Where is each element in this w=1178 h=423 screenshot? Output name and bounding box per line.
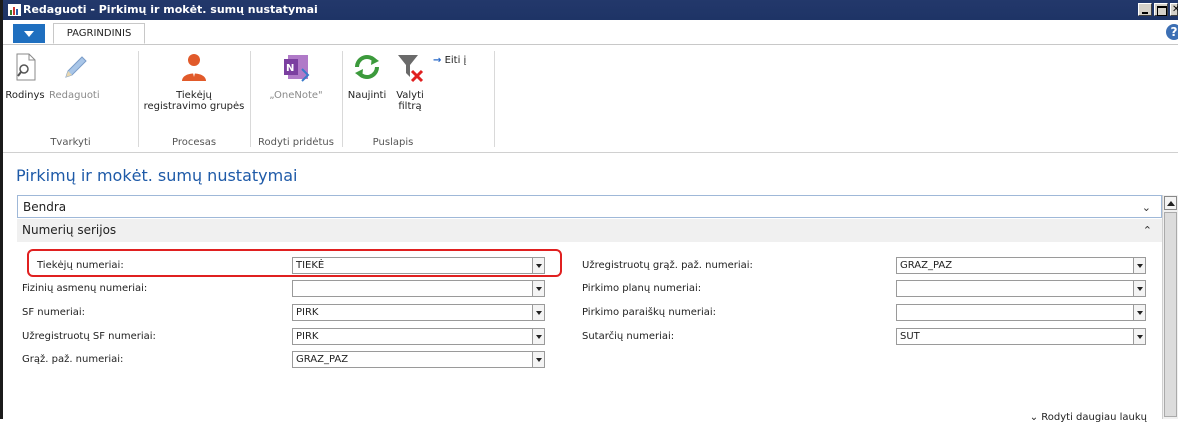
help-icon[interactable]: ? — [1166, 24, 1178, 40]
eiti-label: Eiti į — [444, 55, 467, 66]
minimize-icon — [1142, 12, 1148, 14]
valyti-label-line2: filtrą — [398, 101, 422, 112]
group-divider — [494, 51, 495, 147]
group-procesas: Tiekėjų registravimo grupės Procesas — [139, 45, 249, 152]
rodinys-button[interactable]: Rodinys — [5, 51, 45, 101]
naujinti-label: Naujinti — [347, 90, 387, 101]
view-document-icon — [16, 53, 36, 81]
dropdown-button[interactable] — [1133, 304, 1146, 321]
show-more-fields-link[interactable]: ⌄ Rodyti daugiau laukų — [1030, 412, 1147, 423]
window-title: Redaguoti - Pirkimų ir mokėt. sumų nusta… — [23, 3, 318, 16]
chevron-up-icon: ⌃ — [1142, 224, 1152, 237]
group-label-procesas: Procesas — [171, 137, 217, 148]
pirkimo-paraisku-numeriai-input[interactable] — [896, 304, 1146, 321]
sutarciu-numeriai-input[interactable]: SUT — [896, 328, 1146, 345]
group-label-tvarkyti: Tvarkyti — [50, 137, 91, 148]
svg-text:N: N — [286, 63, 294, 74]
uzregistruotu-sf-numeriai-input[interactable]: PIRK — [292, 328, 545, 345]
clear-filter-icon — [398, 55, 424, 83]
field-label: Užregistruotų SF numeriai: — [22, 331, 156, 342]
page-content: Bendra ⌄ Numerių serijos ⌃ Tiekėjų numer… — [17, 195, 1162, 423]
fasttab-bendra-label: Bendra — [23, 200, 67, 214]
app-icon — [8, 4, 21, 16]
field-value: GRAZ_PAZ — [296, 354, 349, 365]
fiziniu-asmenu-numeriai-input[interactable] — [292, 280, 545, 297]
tiekeju-label-line2: registravimo grupės — [143, 101, 245, 112]
chevron-down-icon: ⌄ — [1029, 412, 1039, 423]
field-value: GRAZ_PAZ — [900, 260, 953, 271]
close-button[interactable]: ✕ — [1170, 3, 1178, 16]
redaguoti-button[interactable]: Redaguoti — [49, 51, 100, 101]
group-rodyti-pridetus: N „OneNote" Rodyti pridėtus — [251, 45, 341, 152]
dropdown-button[interactable] — [532, 304, 545, 321]
pencil-icon — [65, 56, 87, 78]
redaguoti-label: Redaguoti — [49, 90, 100, 101]
rodinys-label: Rodinys — [5, 90, 45, 101]
field-label: Užregistruotų grąž. paž. numeriai: — [582, 260, 753, 271]
dropdown-button[interactable] — [532, 328, 545, 345]
dropdown-button[interactable] — [1133, 257, 1146, 274]
window-controls: ✕ — [1138, 3, 1178, 16]
eiti-i-button[interactable]: → Eiti į — [433, 55, 466, 66]
dropdown-button[interactable] — [532, 351, 545, 368]
refresh-icon — [355, 55, 379, 79]
field-label: Pirkimo planų numeriai: — [582, 283, 702, 294]
field-value: PIRK — [296, 331, 319, 342]
onenote-label: „OneNote" — [269, 90, 323, 101]
maximize-button[interactable] — [1154, 3, 1168, 16]
dropdown-button[interactable] — [1133, 280, 1146, 297]
graz-paz-numeriai-input[interactable]: GRAZ_PAZ — [292, 351, 545, 368]
valyti-label-line1: Valyti — [396, 90, 424, 101]
field-label: Fizinių asmenų numeriai: — [22, 283, 148, 294]
fasttab-bendra[interactable]: Bendra ⌄ — [17, 195, 1162, 218]
tiekeju-label-line1: Tiekėjų — [176, 90, 212, 101]
field-label: SF numeriai: — [22, 307, 86, 318]
show-more-label: Rodyti daugiau laukų — [1041, 412, 1147, 423]
field-label: Pirkimo paraiškų numeriai: — [582, 307, 717, 318]
application-menu-button[interactable] — [13, 24, 45, 43]
valyti-filtra-button[interactable]: Valyti filtrą — [392, 51, 428, 112]
page-title: Pirkimų ir mokėt. sumų nustatymai — [16, 166, 298, 185]
fasttab-numeriu-serijos[interactable]: Numerių serijos ⌃ — [17, 219, 1162, 242]
onenote-icon: N — [284, 55, 310, 82]
chevron-down-icon: ⌄ — [1141, 201, 1151, 214]
group-label-puslapis: Puslapis — [372, 137, 414, 148]
field-label: Sutarčių numeriai: — [582, 331, 675, 342]
minimize-button[interactable] — [1138, 3, 1152, 16]
field-value: PIRK — [296, 307, 319, 318]
person-icon — [182, 54, 206, 81]
uzregistruotu-graz-paz-input[interactable]: GRAZ_PAZ — [896, 257, 1146, 274]
field-label: Grąž. paž. numeriai: — [22, 354, 124, 365]
scroll-up-button[interactable] — [1164, 196, 1177, 210]
fasttab-numeriu-label: Numerių serijos — [22, 223, 117, 237]
vertical-scrollbar[interactable] — [1162, 195, 1178, 419]
title-bar: Redaguoti - Pirkimų ir mokėt. sumų nusta… — [3, 0, 1178, 20]
group-tvarkyti: Rodinys Redaguoti Tvarkyti — [3, 45, 138, 152]
group-puslapis: Naujinti Valyti filtrą → Eiti į Puslapis — [343, 45, 493, 152]
close-icon: ✕ — [1172, 4, 1178, 15]
group-label-rodyti: Rodyti pridėtus — [258, 137, 334, 148]
highlight-annotation — [27, 249, 562, 277]
naujinti-button[interactable]: Naujinti — [346, 51, 388, 101]
maximize-icon — [1157, 6, 1167, 16]
arrow-right-icon: → — [433, 55, 442, 66]
dropdown-button[interactable] — [1133, 328, 1146, 345]
field-value: SUT — [900, 331, 920, 342]
onenote-button[interactable]: N „OneNote" — [256, 51, 336, 101]
dropdown-button[interactable] — [532, 280, 545, 297]
sf-numeriai-input[interactable]: PIRK — [292, 304, 545, 321]
tiekeju-registravimo-grupes-button[interactable]: Tiekėjų registravimo grupės — [139, 51, 249, 112]
pirkimo-planu-numeriai-input[interactable] — [896, 280, 1146, 297]
ribbon-tab-row: PAGRINDINIS ? — [3, 20, 1178, 45]
ribbon: Rodinys Redaguoti Tvarkyti Tiekėjų regis… — [3, 45, 1178, 153]
tab-pagrindinis[interactable]: PAGRINDINIS — [53, 23, 145, 44]
chevron-down-icon — [24, 31, 34, 37]
scroll-thumb[interactable] — [1164, 212, 1177, 417]
